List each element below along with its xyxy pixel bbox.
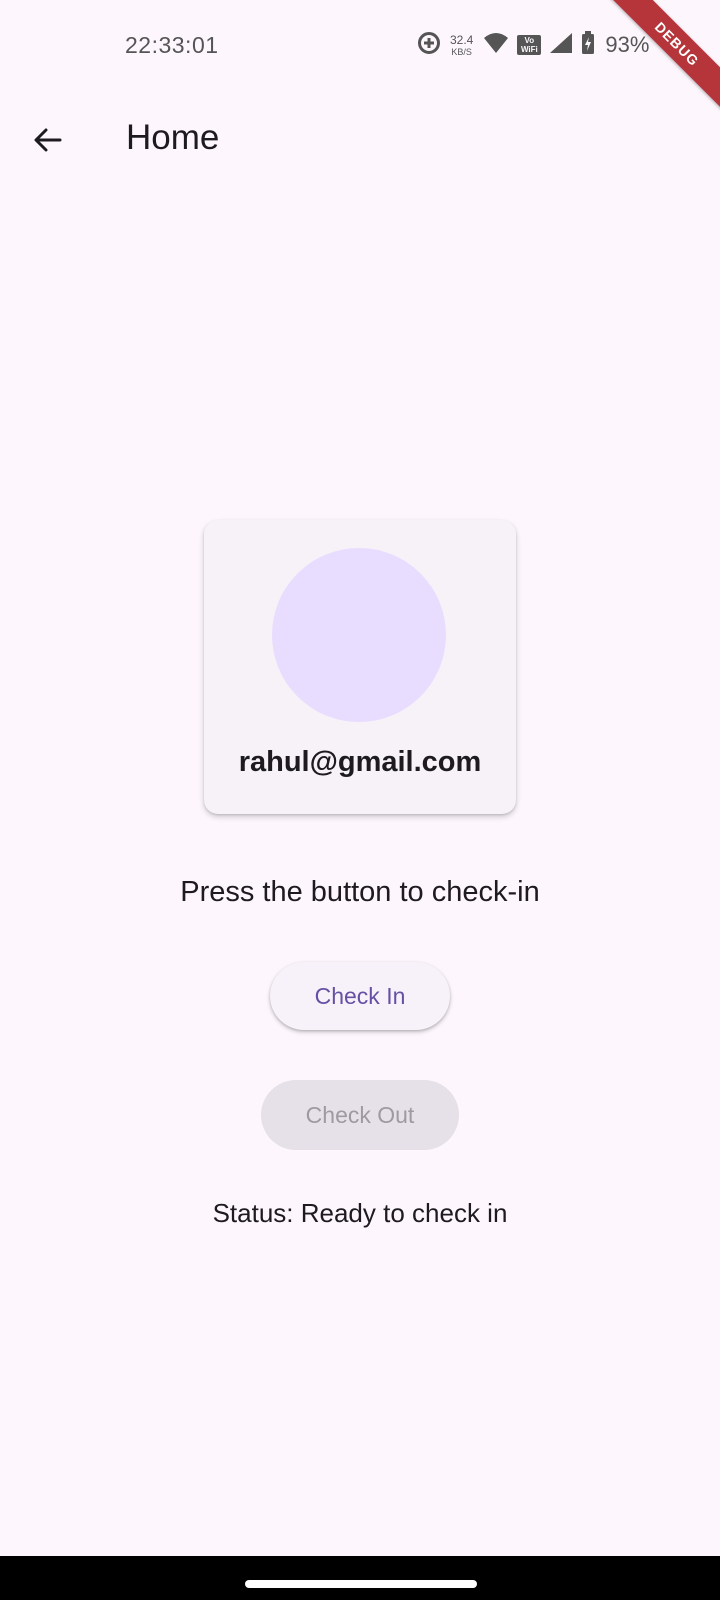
network-speed-value: 32.4 <box>450 32 474 47</box>
back-button[interactable] <box>24 116 72 164</box>
app-bar: Home <box>0 100 720 180</box>
battery-charging-icon <box>581 30 595 60</box>
check-in-button[interactable]: Check In <box>270 962 450 1030</box>
data-saver-icon <box>416 30 442 61</box>
profile-card: rahul@gmail.com <box>204 520 516 814</box>
vowifi-icon: Vo WiFi <box>517 35 542 55</box>
vowifi-label-bottom: WiFi <box>520 45 538 54</box>
avatar <box>272 548 446 722</box>
arrow-back-icon <box>34 128 62 152</box>
status-time: 22:33:01 <box>125 32 219 58</box>
home-indicator[interactable] <box>245 1580 477 1588</box>
page-title: Home <box>126 118 220 157</box>
status-bar: 22:33:01 32.4 KB/S Vo WiFi 93% <box>0 0 720 92</box>
network-speed-unit: KB/S <box>451 46 472 57</box>
cell-signal-icon <box>549 32 573 59</box>
user-email: rahul@gmail.com <box>238 746 482 778</box>
system-nav-bar <box>0 1556 720 1600</box>
check-out-button[interactable]: Check Out <box>261 1080 459 1150</box>
status-text: Status: Ready to check in <box>212 1198 508 1228</box>
wifi-icon <box>483 32 509 59</box>
battery-percent: 93% <box>605 32 650 57</box>
status-icons: 32.4 KB/S Vo WiFi 93% <box>416 28 657 62</box>
network-speed: 32.4 KB/S <box>450 34 473 57</box>
screen: 22:33:01 32.4 KB/S Vo WiFi 93% DEBUG Hom… <box>0 0 720 1600</box>
vowifi-label-top: Vo <box>524 36 535 45</box>
check-in-prompt: Press the button to check-in <box>180 876 540 908</box>
